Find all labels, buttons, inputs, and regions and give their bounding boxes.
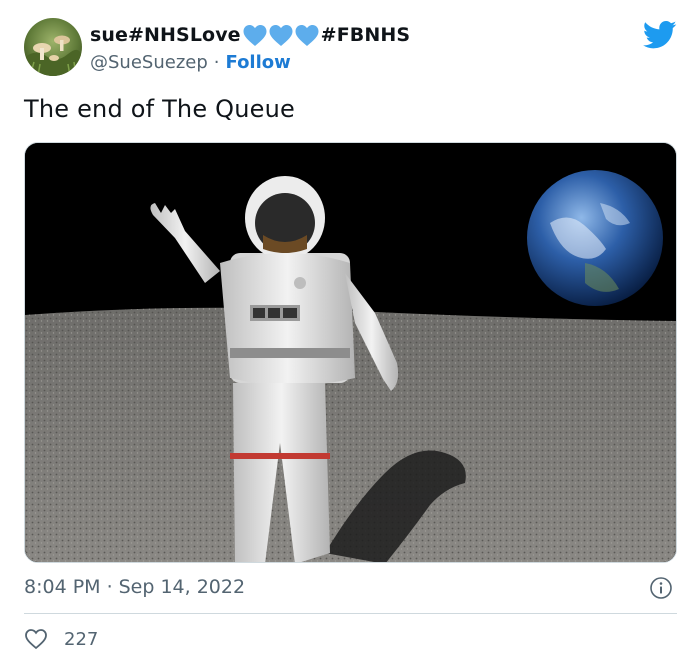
- info-icon[interactable]: [649, 576, 673, 600]
- like-count: 227: [64, 628, 99, 650]
- blue-heart-icon: [295, 24, 319, 46]
- follow-link[interactable]: Follow: [226, 52, 291, 73]
- tweet-media-image[interactable]: [24, 142, 677, 563]
- avatar[interactable]: [24, 18, 82, 76]
- heart-outline-icon[interactable]: [24, 628, 48, 650]
- separator-dot: ·: [106, 576, 113, 598]
- tweet-timestamp[interactable]: 8:04 PM · Sep 14, 2022: [24, 574, 245, 600]
- display-name-prefix[interactable]: sue#NHSLove: [90, 24, 241, 46]
- display-name-suffix[interactable]: #FBNHS: [321, 24, 410, 46]
- blue-heart-icon: [243, 24, 267, 46]
- tweet-date[interactable]: Sep 14, 2022: [119, 576, 245, 598]
- handle-row: @SueSuezep · Follow: [90, 50, 291, 74]
- like-action[interactable]: 227: [24, 626, 98, 652]
- display-name[interactable]: sue#NHSLove #FBNHS: [90, 22, 410, 48]
- tweet-card: sue#NHSLove #FBNHS @SueSuezep · Follow T…: [0, 0, 700, 666]
- divider: [24, 613, 677, 614]
- tweet-time[interactable]: 8:04 PM: [24, 576, 101, 598]
- tweet-text: The end of The Queue: [24, 95, 295, 123]
- display-name-hearts: [242, 24, 320, 47]
- separator-dot: ·: [213, 51, 220, 73]
- user-handle[interactable]: @SueSuezep: [90, 52, 208, 73]
- twitter-bird-icon[interactable]: [643, 20, 677, 50]
- blue-heart-icon: [269, 24, 293, 46]
